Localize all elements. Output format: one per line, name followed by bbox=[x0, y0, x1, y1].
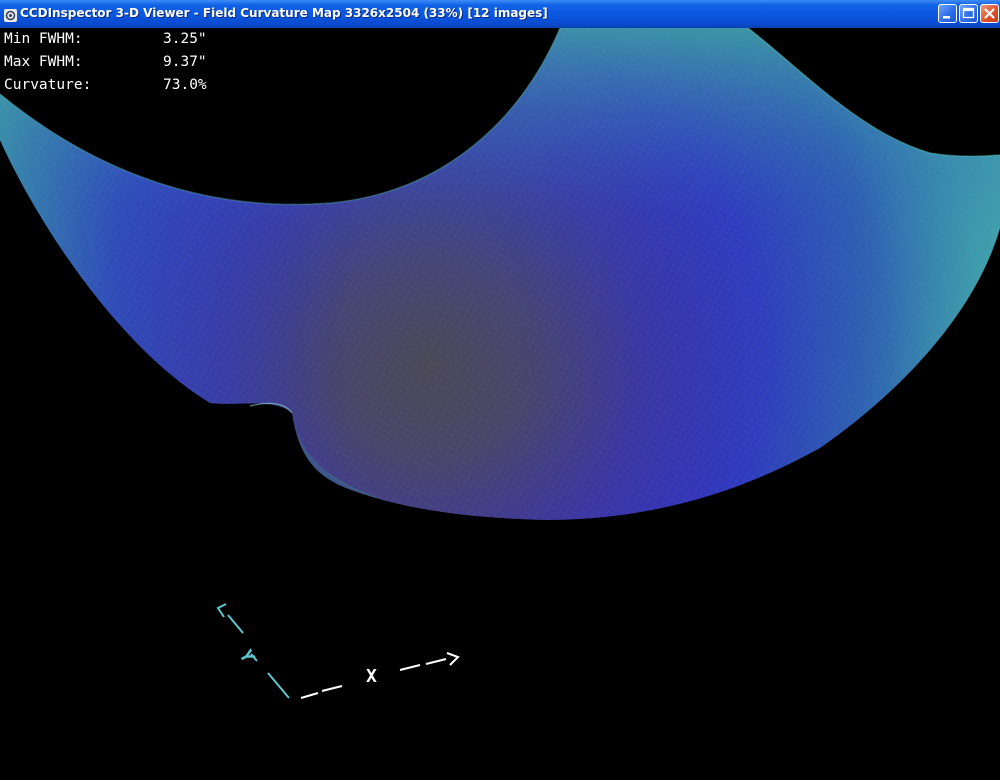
maximize-icon bbox=[962, 7, 975, 19]
app-icon[interactable] bbox=[4, 7, 17, 22]
axes-indicator bbox=[216, 603, 460, 699]
x-axis bbox=[300, 652, 460, 699]
3d-viewport[interactable]: Min FWHM: 3.25" Max FWHM: 9.37" Curvatur… bbox=[0, 28, 1000, 780]
close-icon bbox=[984, 8, 995, 19]
title-bar[interactable]: CCDInspector 3-D Viewer - Field Curvatur… bbox=[0, 0, 1000, 28]
maximize-button[interactable] bbox=[959, 4, 978, 23]
close-button[interactable] bbox=[980, 4, 999, 23]
x-axis-label: X bbox=[366, 666, 377, 687]
window-title: CCDInspector 3-D Viewer - Field Curvatur… bbox=[20, 6, 548, 20]
minimize-icon bbox=[943, 16, 950, 19]
viewer-window: CCDInspector 3-D Viewer - Field Curvatur… bbox=[0, 0, 1000, 780]
minimize-button[interactable] bbox=[938, 4, 957, 23]
